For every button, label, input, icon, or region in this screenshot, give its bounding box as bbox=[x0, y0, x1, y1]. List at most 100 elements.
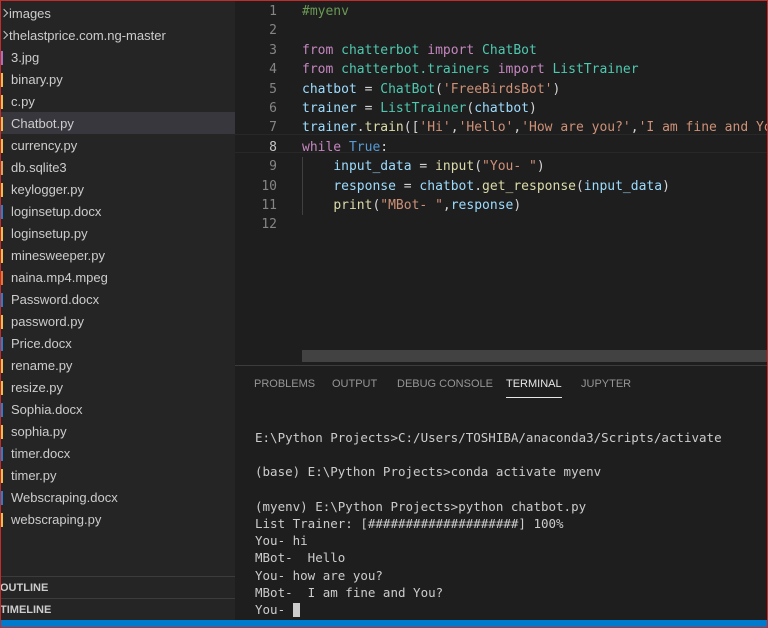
database-file-icon bbox=[1, 160, 11, 175]
code-editor[interactable]: 1 2 3 4 5 6 7 8 9 10 11 12 #myenv from chatterbot i… bbox=[235, 0, 768, 365]
file-item[interactable]: timer.py bbox=[0, 464, 235, 486]
file-item-label: Chatbot.py bbox=[11, 115, 74, 131]
file-item[interactable]: password.py bbox=[0, 310, 235, 332]
code-token: train bbox=[364, 120, 404, 136]
file-item[interactable]: resize.py bbox=[0, 376, 235, 398]
line-number: 3 bbox=[269, 42, 277, 58]
code-line: chatbot = ChatBot('FreeBirdsBot') bbox=[302, 80, 768, 99]
terminal-line-text: MBot- I am fine and You? bbox=[255, 584, 444, 600]
file-item-label: loginsetup.py bbox=[11, 225, 88, 241]
image-file-icon bbox=[1, 50, 11, 65]
word-file-icon bbox=[1, 402, 11, 417]
terminal-line-text: You- hi bbox=[255, 533, 308, 549]
tab-problems[interactable]: PROBLEMS bbox=[254, 377, 315, 397]
code-token: from bbox=[302, 42, 334, 58]
file-item[interactable]: loginsetup.docx bbox=[0, 200, 235, 222]
file-item[interactable]: minesweeper.py bbox=[0, 244, 235, 266]
code-token: , bbox=[630, 120, 639, 136]
file-item[interactable]: keylogger.py bbox=[0, 178, 235, 200]
code-token: trainer bbox=[302, 100, 357, 116]
media-file-icon bbox=[1, 270, 11, 285]
file-item[interactable]: sophia.py bbox=[0, 420, 235, 442]
code-token: ) bbox=[529, 100, 537, 116]
tab-output[interactable]: OUTPUT bbox=[332, 377, 377, 397]
chevron-right-icon bbox=[1, 7, 9, 21]
terminal-line: (base) E:\Python Projects>conda activate… bbox=[255, 463, 768, 480]
code-token: = bbox=[356, 100, 381, 116]
terminal-line: You- bbox=[255, 601, 768, 618]
code-token: trainer bbox=[302, 120, 357, 136]
file-item[interactable]: Price.docx bbox=[0, 332, 235, 354]
horizontal-scrollbar[interactable] bbox=[302, 350, 768, 362]
code-token: ChatBot bbox=[380, 81, 436, 97]
file-item-label: resize.py bbox=[11, 379, 64, 395]
file-item[interactable]: rename.py bbox=[0, 354, 235, 376]
file-item-label: Password.docx bbox=[11, 291, 100, 307]
file-item-label: thelastprice.com.ng-master bbox=[9, 27, 166, 43]
file-item[interactable]: db.sqlite3 bbox=[0, 156, 235, 178]
code-line: input_data = input("You- ") bbox=[302, 157, 768, 176]
word-file-icon bbox=[1, 204, 11, 219]
code-token: ([ bbox=[403, 120, 420, 136]
terminal-cursor bbox=[292, 603, 300, 618]
file-item-label: naina.mp4.mpeg bbox=[11, 269, 108, 285]
file-item-label: timer.py bbox=[11, 467, 57, 483]
code-token: . bbox=[474, 178, 483, 194]
terminal-line: You- how are you? bbox=[255, 567, 768, 584]
terminal-line: List Trainer: [####################] 100… bbox=[255, 515, 768, 532]
file-item[interactable]: Sophia.docx bbox=[0, 398, 235, 420]
terminal-output[interactable]: E:\Python Projects>C:/Users/TOSHIBA/anac… bbox=[255, 429, 768, 618]
file-item[interactable]: webscraping.py bbox=[0, 508, 235, 530]
file-item[interactable]: images bbox=[0, 2, 235, 24]
python-file-icon bbox=[1, 424, 11, 439]
file-item[interactable]: Password.docx bbox=[0, 288, 235, 310]
file-item[interactable]: binary.py bbox=[0, 68, 235, 90]
code-line: #myenv bbox=[302, 2, 768, 21]
file-item[interactable]: currency.py bbox=[0, 134, 235, 156]
line-number: 4 bbox=[269, 62, 277, 78]
outline-section-header[interactable]: OUTLINE bbox=[0, 576, 235, 598]
terminal-line-text: (myenv) E:\Python Projects>python chatbo… bbox=[255, 498, 587, 514]
file-item-label: rename.py bbox=[11, 357, 73, 373]
file-item[interactable]: 3.jpg bbox=[0, 46, 235, 68]
file-item[interactable]: naina.mp4.mpeg bbox=[0, 266, 235, 288]
file-item[interactable]: loginsetup.py bbox=[0, 222, 235, 244]
file-item[interactable]: c.py bbox=[0, 90, 235, 112]
code-token: "You- " bbox=[482, 159, 537, 175]
file-item[interactable]: Webscraping.docx bbox=[0, 486, 235, 508]
python-file-icon bbox=[1, 94, 11, 109]
file-item[interactable]: timer.docx bbox=[0, 442, 235, 464]
code-token: ( bbox=[575, 178, 584, 194]
code-token: ListTrainer bbox=[552, 62, 639, 78]
terminal-line: (myenv) E:\Python Projects>python chatbo… bbox=[255, 498, 768, 515]
bottom-panel: PROBLEMS OUTPUT DEBUG CONSOLE TERMINAL JUPYT… bbox=[235, 365, 768, 620]
explorer-sidebar: images thelastprice.com.ng-master 3.jpg bin… bbox=[0, 0, 235, 620]
code-token: chatbot bbox=[302, 81, 357, 97]
code-line: from chatterbot import ChatBot bbox=[302, 41, 768, 60]
line-number: 5 bbox=[269, 81, 277, 97]
timeline-section-header[interactable]: TIMELINE bbox=[0, 598, 235, 620]
terminal-line-text: List Trainer: [####################] 100… bbox=[255, 515, 564, 531]
tab-debug-console[interactable]: DEBUG CONSOLE bbox=[397, 377, 493, 397]
line-number: 1 bbox=[269, 4, 277, 19]
code-token: chatterbot bbox=[341, 42, 420, 58]
code-token: . bbox=[356, 120, 365, 136]
code-content[interactable]: #myenv from chatterbot import ChatBot fro… bbox=[302, 2, 768, 235]
tab-jupyter[interactable]: JUPYTER bbox=[581, 377, 631, 397]
panel-tabs: PROBLEMS OUTPUT DEBUG CONSOLE TERMINAL JUPYT… bbox=[235, 366, 768, 400]
code-token: ) bbox=[552, 81, 561, 97]
file-item[interactable]: thelastprice.com.ng-master bbox=[0, 24, 235, 46]
code-token: import bbox=[497, 62, 545, 78]
line-number-gutter: 1 2 3 4 5 6 7 8 9 10 11 12 bbox=[235, 2, 277, 235]
python-file-icon bbox=[1, 226, 11, 241]
file-item[interactable]: Chatbot.py bbox=[0, 112, 235, 134]
code-token: from bbox=[302, 62, 334, 78]
tab-terminal[interactable]: TERMINAL bbox=[506, 377, 562, 398]
